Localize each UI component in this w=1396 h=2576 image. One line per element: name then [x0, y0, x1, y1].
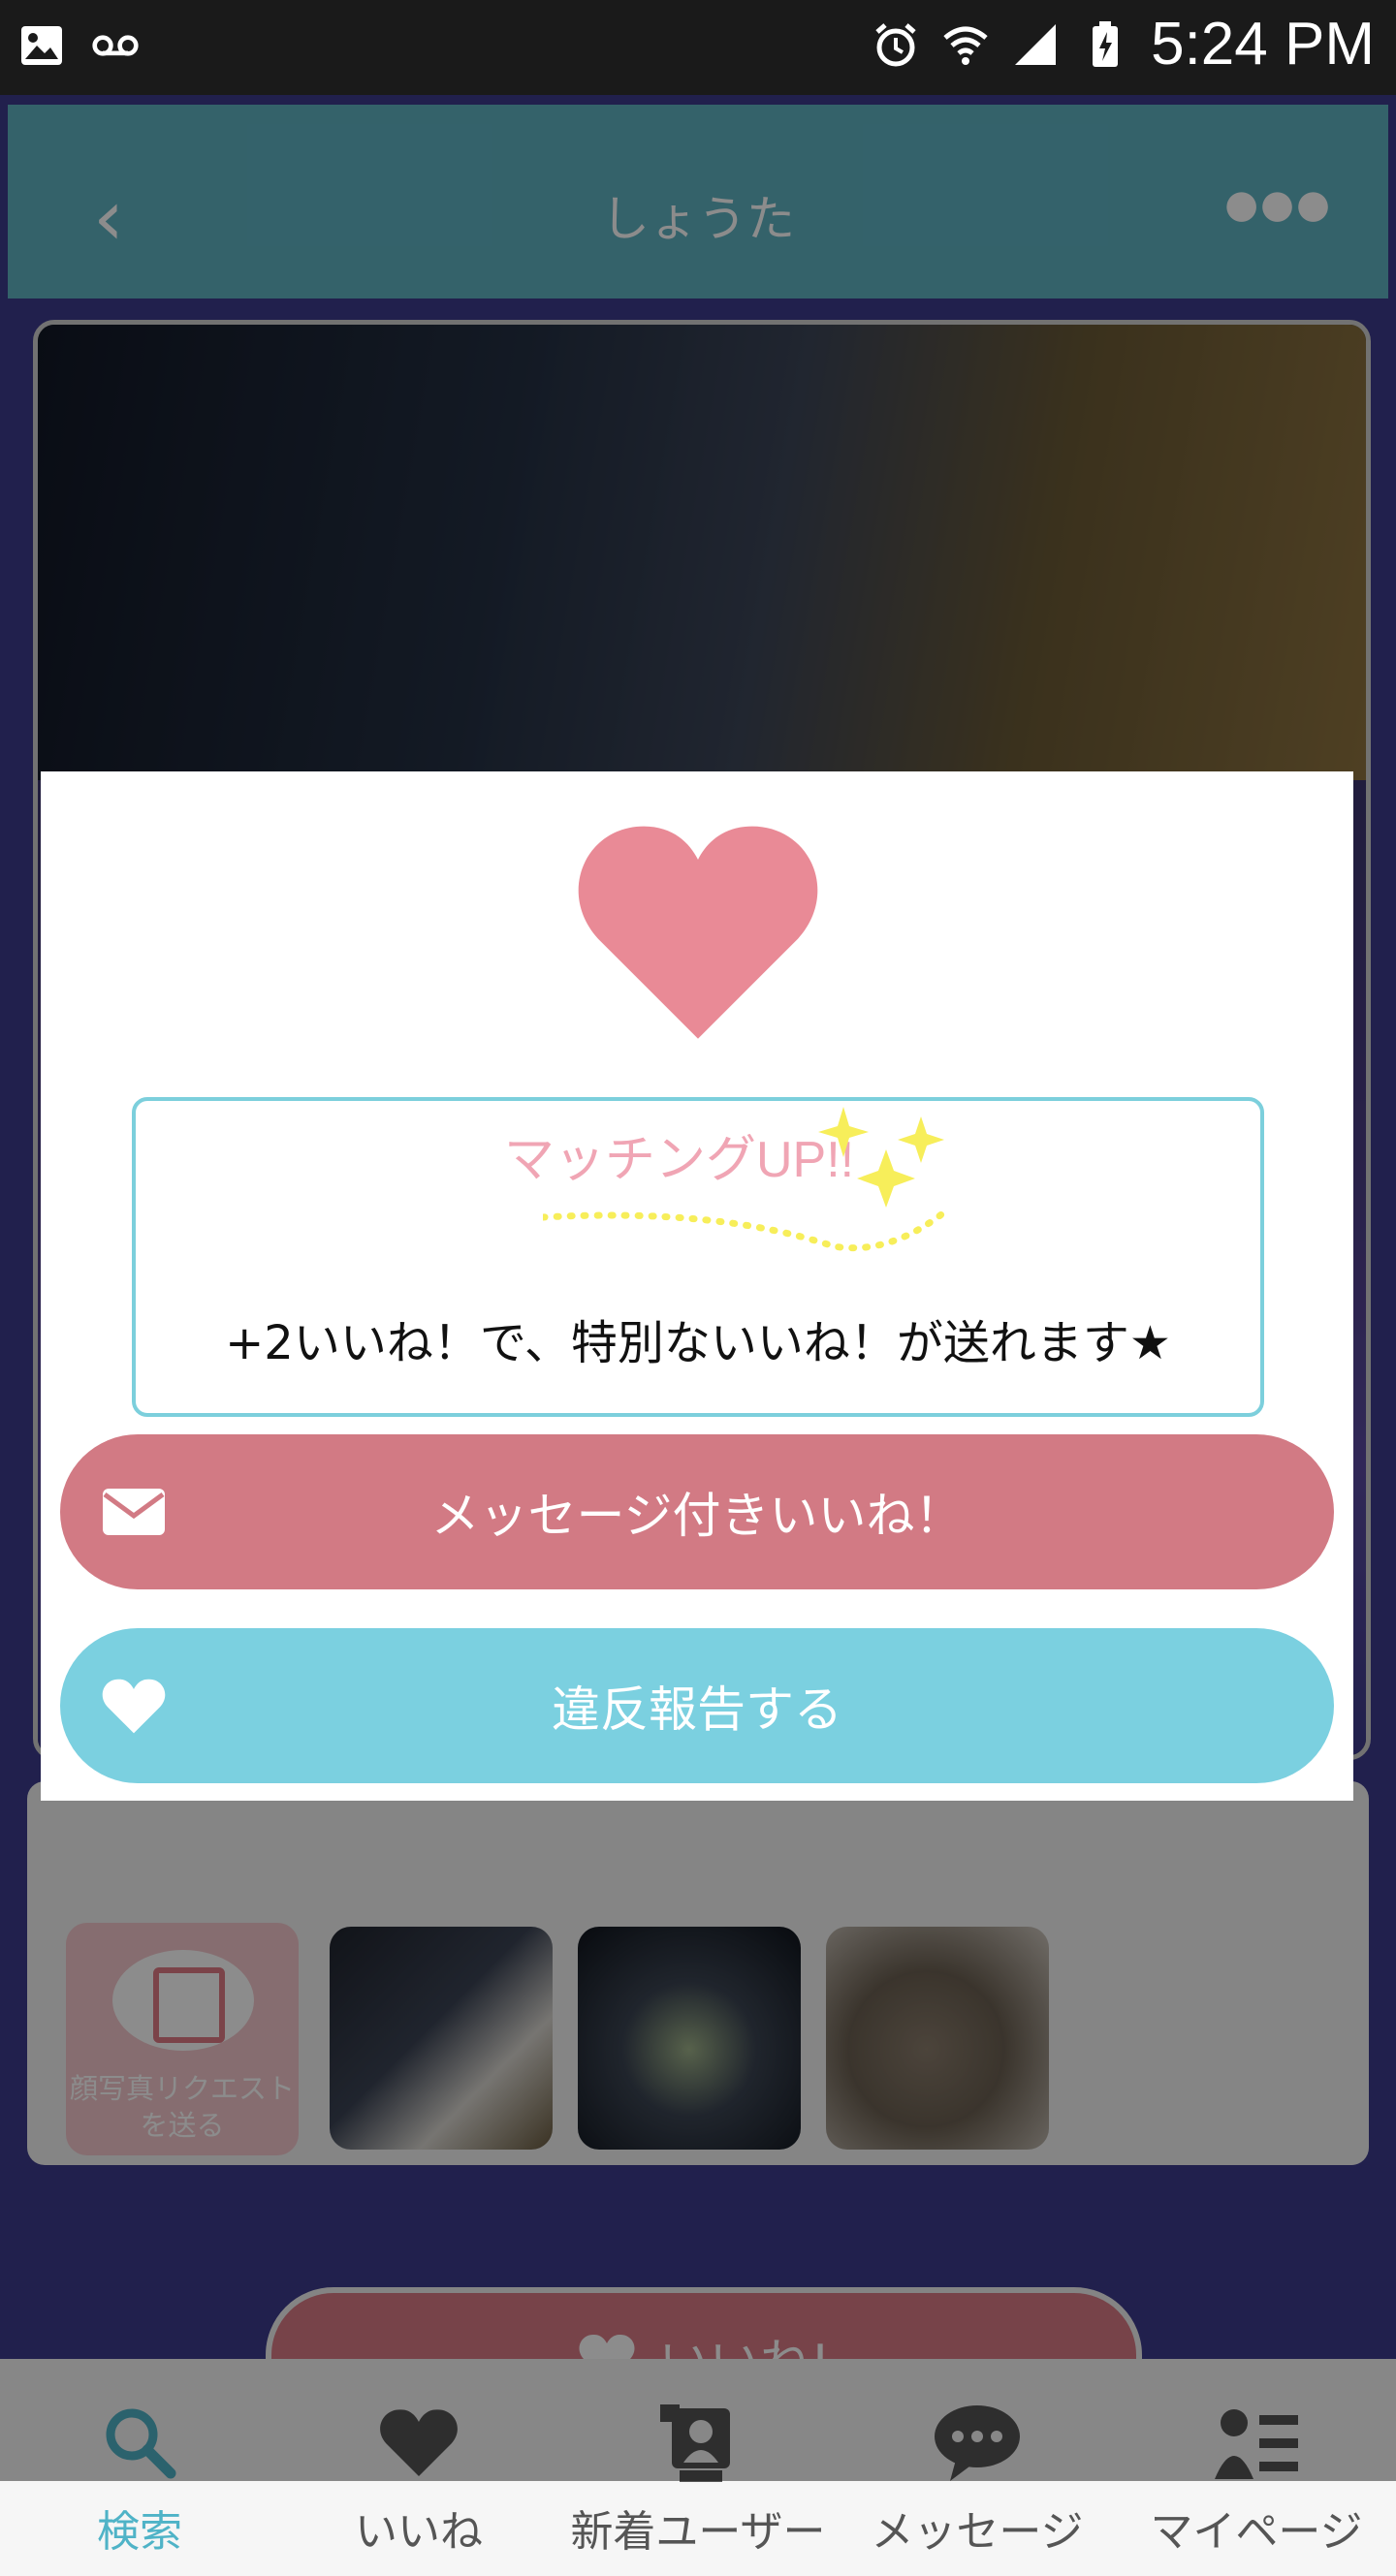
matching-up-banner: マッチングUP!! +2いいね！で、特別ないいね！が送れます★ [132, 1097, 1264, 1417]
signal-icon [1011, 20, 1060, 69]
alarm-icon [872, 20, 920, 69]
report-button[interactable]: 違反報告する [60, 1628, 1334, 1783]
voicemail-icon [91, 21, 140, 70]
tab-label: メッセージ [871, 2507, 1084, 2557]
tab-label: 新着ユーザー [570, 2507, 826, 2557]
promo-logo: マッチングUP!! [504, 1132, 855, 1188]
message-like-label: メッセージ付きいいね！ [430, 1488, 964, 1544]
envelope-icon [103, 1489, 165, 1535]
image-icon [17, 21, 66, 70]
status-time: 5:24 PM [1151, 11, 1375, 78]
tab-label: 検索 [97, 2507, 182, 2557]
status-bar: 5:24 PM [0, 0, 1396, 95]
heart-icon [102, 1679, 166, 1734]
heart-icon [578, 826, 818, 1039]
report-label: 違反報告する [552, 1681, 842, 1738]
tab-label: いいね [355, 2507, 483, 2557]
message-like-button[interactable]: メッセージ付きいいね！ [60, 1434, 1334, 1589]
battery-charging-icon [1081, 20, 1129, 69]
promo-message: +2いいね！で、特別ないいね！が送れます★ [225, 1316, 1171, 1370]
dotted-trail-decoration [543, 1204, 954, 1252]
wifi-icon [941, 20, 990, 69]
like-options-dialog: マッチングUP!! +2いいね！で、特別ないいね！が送れます★ メッセージ付きい… [41, 771, 1353, 1801]
tab-label: マイページ [1150, 2507, 1363, 2557]
